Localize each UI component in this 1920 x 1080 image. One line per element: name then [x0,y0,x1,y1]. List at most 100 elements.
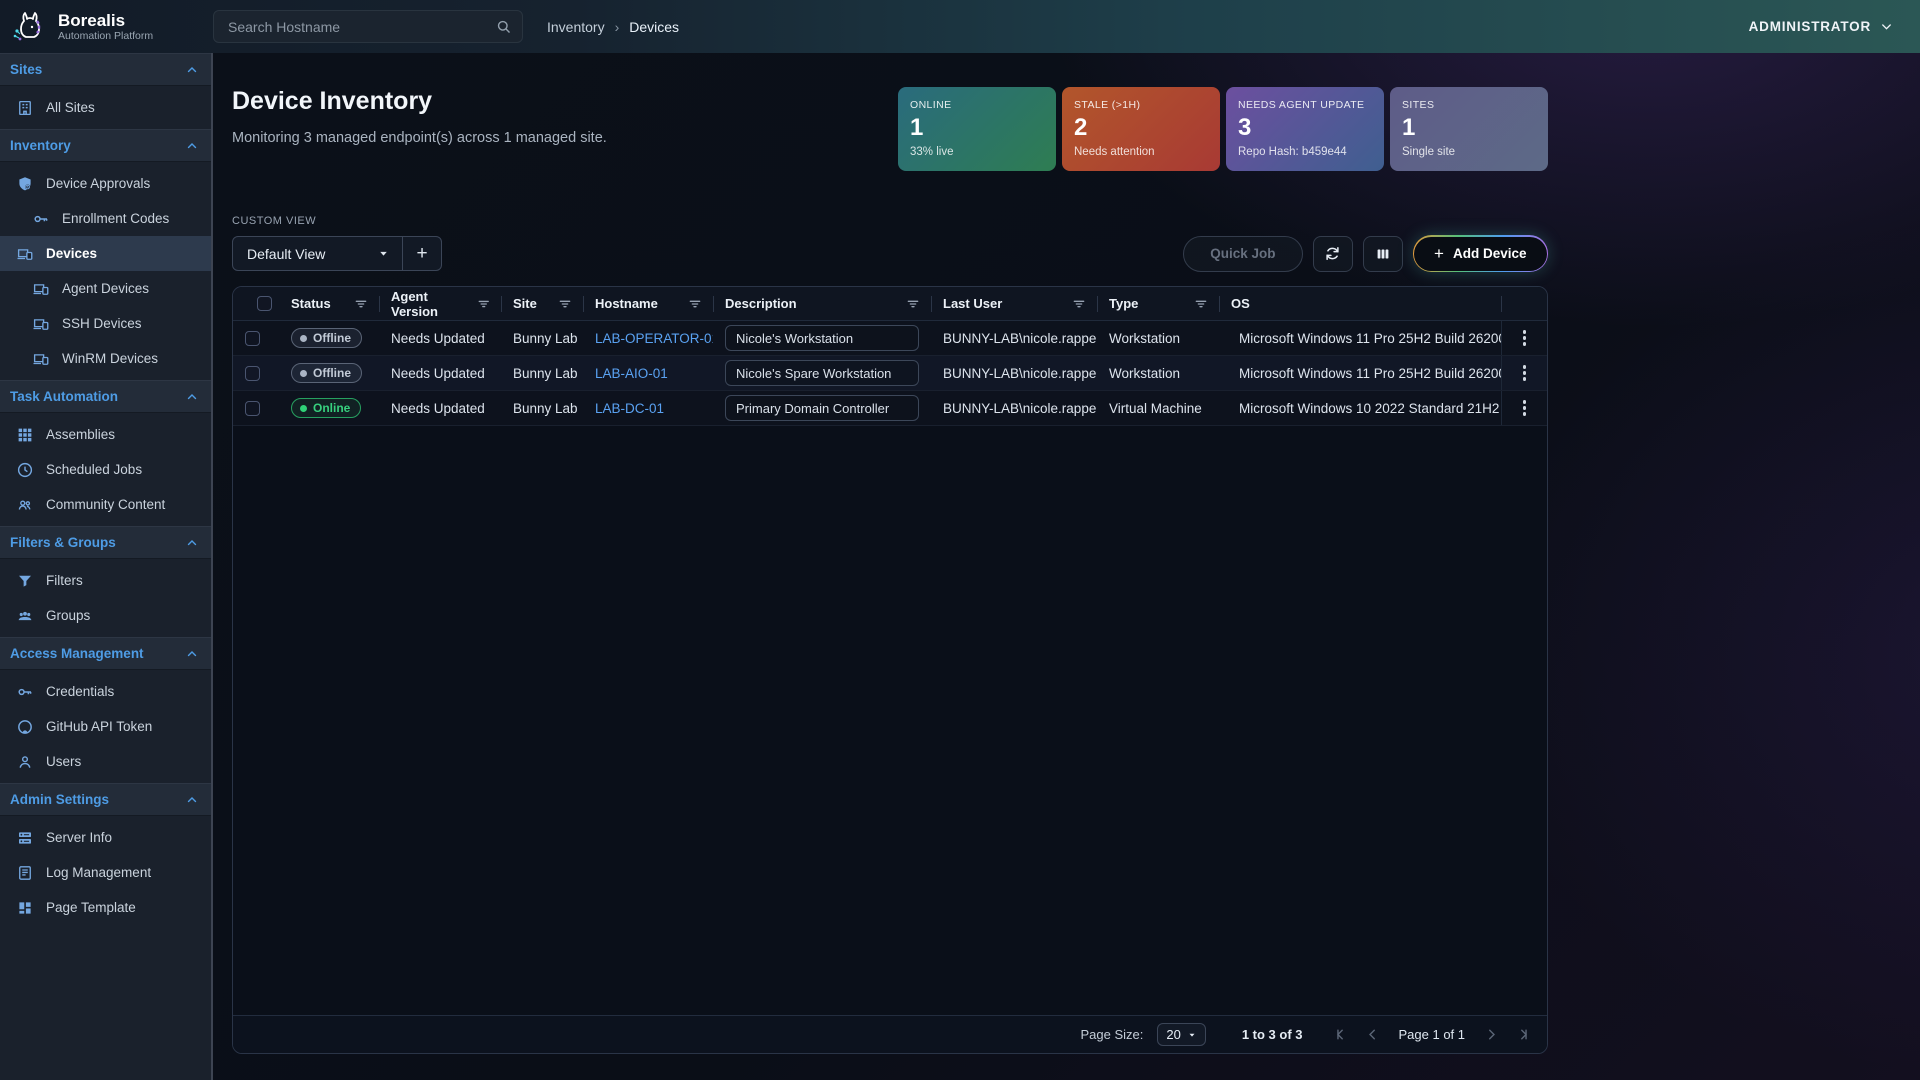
stat-value: 2 [1074,114,1208,142]
agent-version-cell: Needs Updated [379,366,501,381]
last-page-button[interactable] [1514,1026,1531,1043]
add-device-label: Add Device [1453,246,1527,261]
column-header-actions [1501,287,1547,320]
view-selector-group: Default View + [232,236,442,271]
sidebar-item-label: GitHub API Token [46,719,152,734]
sidebar-section-inventory[interactable]: Inventory [0,129,211,162]
sidebar-item-devices[interactable]: Devices [0,236,211,271]
sidebar-item-winrm-devices[interactable]: WinRM Devices [0,341,211,376]
stat-label: ONLINE [910,99,1044,111]
breadcrumb-inventory[interactable]: Inventory [547,19,605,35]
filter-icon[interactable] [1193,296,1209,312]
filter-icon[interactable] [905,296,921,312]
stat-value: 1 [910,114,1044,142]
add-device-button[interactable]: + Add Device [1413,235,1548,272]
row-checkbox[interactable] [245,331,260,346]
sidebar-item-all-sites[interactable]: All Sites [0,90,211,125]
column-label: Agent Version [391,289,476,319]
hostname-link[interactable]: LAB-DC-01 [595,401,664,416]
select-all-checkbox[interactable] [257,296,272,311]
column-label: Hostname [595,296,658,311]
table-header-row: Status Agent Version Site Hostname [233,287,1547,321]
column-label: Last User [943,296,1002,311]
sidebar-item-label: SSH Devices [62,316,142,331]
description-input[interactable] [725,325,919,351]
row-checkbox[interactable] [245,401,260,416]
sidebar-item-scheduled-jobs[interactable]: Scheduled Jobs [0,452,211,487]
row-actions-menu[interactable] [1515,326,1535,350]
sidebar-item-ssh-devices[interactable]: SSH Devices [0,306,211,341]
sidebar-item-log-management[interactable]: Log Management [0,855,211,890]
hostname-link[interactable]: LAB-OPERATOR-01 [595,331,713,346]
type-cell: Workstation [1097,331,1219,346]
columns-button[interactable] [1363,236,1403,272]
plus-icon: + [1434,244,1444,264]
next-page-button[interactable] [1483,1026,1500,1043]
page-subtitle: Monitoring 3 managed endpoint(s) across … [232,130,607,146]
template-icon [16,899,34,917]
chevron-up-icon [185,390,199,404]
column-header-os: OS [1219,287,1501,320]
sidebar-item-page-template[interactable]: Page Template [0,890,211,925]
sidebar-item-credentials[interactable]: Credentials [0,674,211,709]
hostname-link[interactable]: LAB-AIO-01 [595,366,668,381]
page-size-select[interactable]: 20 [1157,1023,1205,1046]
breadcrumb-devices[interactable]: Devices [629,19,679,35]
sidebar-section-admin-settings[interactable]: Admin Settings [0,783,211,816]
sidebar-item-github-api-token[interactable]: GitHub API Token [0,709,211,744]
type-cell: Workstation [1097,366,1219,381]
sidebar-section-filters-groups[interactable]: Filters & Groups [0,526,211,559]
view-selector-value: Default View [247,246,325,262]
breadcrumb-separator: › [615,19,620,35]
chevron-up-icon [185,536,199,550]
column-header-site: Site [501,287,583,320]
devices-icon [32,315,50,333]
pagination-range: 1 to 3 of 3 [1242,1027,1303,1042]
filter-icon[interactable] [557,296,573,312]
site-cell: Bunny Lab [501,331,583,346]
sidebar-section-sites[interactable]: Sites [0,53,211,86]
chevron-down-icon [1879,19,1894,34]
stat-value: 1 [1402,114,1536,142]
sidebar-item-server-info[interactable]: Server Info [0,820,211,855]
row-actions-menu[interactable] [1515,361,1535,385]
filter-icon[interactable] [687,296,703,312]
description-input[interactable] [725,360,919,386]
stat-card-needs-agent-update: NEEDS AGENT UPDATE 3 Repo Hash: b459e44 [1226,87,1384,171]
sidebar-item-device-approvals[interactable]: Device Approvals [0,166,211,201]
account-menu[interactable]: ADMINISTRATOR [1749,19,1894,34]
sidebar-item-filters[interactable]: Filters [0,563,211,598]
sidebar-item-users[interactable]: Users [0,744,211,779]
column-label: Site [513,296,537,311]
device-table: Status Agent Version Site Hostname [232,286,1548,1054]
filter-icon[interactable] [353,296,369,312]
description-input[interactable] [725,395,919,421]
filter-icon[interactable] [476,296,491,312]
page-size-value: 20 [1166,1027,1180,1042]
os-cell: Microsoft Windows 11 Pro 25H2 Build 2620… [1239,366,1501,381]
sidebar-item-label: Filters [46,573,83,588]
view-selector[interactable]: Default View [233,237,403,270]
quick-job-button[interactable]: Quick Job [1183,236,1302,272]
section-label: Filters & Groups [10,535,116,550]
sidebar-section-access-management[interactable]: Access Management [0,637,211,670]
search-input[interactable] [226,18,495,36]
stat-card-online: ONLINE 1 33% live [898,87,1056,171]
sidebar-item-groups[interactable]: Groups [0,598,211,633]
sidebar-item-community-content[interactable]: Community Content [0,487,211,522]
add-view-button[interactable]: + [403,237,441,270]
sidebar-section-task-automation[interactable]: Task Automation [0,380,211,413]
sidebar-item-assemblies[interactable]: Assemblies [0,417,211,452]
first-page-button[interactable] [1333,1026,1350,1043]
previous-page-button[interactable] [1364,1026,1381,1043]
row-checkbox[interactable] [245,366,260,381]
filter-icon[interactable] [1071,296,1087,312]
refresh-button[interactable] [1313,236,1353,272]
main-content: Device Inventory Monitoring 3 managed en… [213,53,1920,1080]
sidebar-item-agent-devices[interactable]: Agent Devices [0,271,211,306]
sidebar-item-enrollment-codes[interactable]: Enrollment Codes [0,201,211,236]
row-actions-menu[interactable] [1515,396,1535,420]
sidebar-item-label: Users [46,754,81,769]
brand-name: Borealis [58,11,153,31]
table-footer: Page Size: 20 1 to 3 of 3 Page 1 of 1 [233,1015,1547,1053]
